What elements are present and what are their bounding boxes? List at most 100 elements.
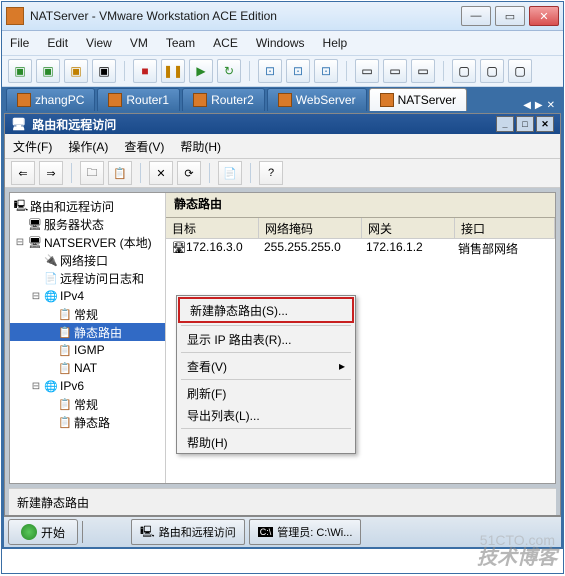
separator bbox=[181, 352, 351, 353]
back-icon[interactable]: ⇐ bbox=[11, 161, 35, 185]
stop-icon[interactable]: ■ bbox=[133, 59, 157, 83]
tree-network-interfaces[interactable]: 🔌网络接口 bbox=[10, 251, 165, 269]
menu-view[interactable]: View bbox=[86, 36, 112, 50]
tab-prev-icon[interactable]: ◀ bbox=[523, 100, 531, 111]
col-gateway[interactable]: 网关 bbox=[362, 218, 455, 238]
forward-icon[interactable]: ⇒ bbox=[39, 161, 63, 185]
list-row[interactable]: 🛣172.16.3.0 255.255.255.0 172.16.1.2 销售部… bbox=[166, 239, 555, 257]
start-button[interactable]: 开始 bbox=[8, 519, 78, 545]
props-icon[interactable]: 📋 bbox=[108, 161, 132, 185]
vm-tabs: zhangPC Router1 Router2 WebServer NATSer… bbox=[2, 87, 563, 111]
menu-help[interactable]: Help bbox=[323, 36, 348, 50]
ctx-show-ip-table[interactable]: 显示 IP 路由表(R)... bbox=[177, 328, 355, 350]
tree-ipv6[interactable]: ⊟🌐IPv6 bbox=[10, 377, 165, 395]
tree-ipv4-general[interactable]: 📋常规 bbox=[10, 305, 165, 323]
route-icon: 📋 bbox=[58, 325, 72, 339]
menu-windows[interactable]: Windows bbox=[256, 36, 305, 50]
mmc-close-button[interactable]: ✕ bbox=[536, 116, 554, 132]
col-netmask[interactable]: 网络掩码 bbox=[259, 218, 362, 238]
snapshot-manage-icon[interactable]: ⊡ bbox=[314, 59, 338, 83]
mmc-menu-help[interactable]: 帮助(H) bbox=[180, 138, 221, 155]
tree-ipv6-static-routes[interactable]: 📋静态路 bbox=[10, 413, 165, 431]
route-icon: 📋 bbox=[58, 415, 72, 429]
tab-close-icon[interactable]: ✕ bbox=[547, 100, 555, 111]
suspend-icon[interactable]: ▣ bbox=[64, 59, 88, 83]
ctx-view[interactable]: 查看(V)▸ bbox=[177, 355, 355, 377]
view-appliance-icon[interactable]: ▭ bbox=[411, 59, 435, 83]
menu-edit[interactable]: Edit bbox=[47, 36, 68, 50]
collapse-icon[interactable]: ⊟ bbox=[14, 237, 26, 248]
tab-router1[interactable]: Router1 bbox=[97, 88, 180, 111]
power-off-icon[interactable]: ▣ bbox=[36, 59, 60, 83]
power-on-icon[interactable]: ▣ bbox=[8, 59, 32, 83]
tree-pane[interactable]: 🖳路由和远程访问 🖥服务器状态 ⊟🖥NATSERVER (本地) 🔌网络接口 📄… bbox=[10, 193, 166, 483]
menu-team[interactable]: Team bbox=[166, 36, 195, 50]
menu-file[interactable]: File bbox=[10, 36, 29, 50]
quickswitch-icon[interactable]: ▢ bbox=[480, 59, 504, 83]
snapshot-icon[interactable]: ▣ bbox=[92, 59, 116, 83]
tree-natserver[interactable]: ⊟🖥NATSERVER (本地) bbox=[10, 233, 165, 251]
unity-icon[interactable]: ▢ bbox=[508, 59, 532, 83]
reset-icon[interactable]: ↻ bbox=[217, 59, 241, 83]
separator bbox=[249, 61, 250, 81]
pause-icon[interactable]: ❚❚ bbox=[161, 59, 185, 83]
up-icon[interactable]: 🗀 bbox=[80, 161, 104, 185]
delete-icon[interactable]: ✕ bbox=[149, 161, 173, 185]
col-target[interactable]: 目标 bbox=[166, 218, 259, 238]
view-summary-icon[interactable]: ▭ bbox=[383, 59, 407, 83]
export-icon[interactable]: 📄 bbox=[218, 161, 242, 185]
ipv4-icon: 🌐 bbox=[44, 289, 58, 303]
help-icon[interactable]: ? bbox=[259, 161, 283, 185]
route-icon: 🛣 bbox=[172, 241, 186, 255]
mmc-maximize-button[interactable]: □ bbox=[516, 116, 534, 132]
refresh-icon[interactable]: ⟳ bbox=[177, 161, 201, 185]
chevron-right-icon: ▸ bbox=[339, 359, 345, 373]
fullscreen-icon[interactable]: ▢ bbox=[452, 59, 476, 83]
view-console-icon[interactable]: ▭ bbox=[355, 59, 379, 83]
cmd-icon: C:\ bbox=[258, 527, 274, 537]
mmc-menu-view[interactable]: 查看(V) bbox=[124, 138, 164, 155]
tree-ipv4-nat[interactable]: 📋NAT bbox=[10, 359, 165, 377]
snapshot-revert-icon[interactable]: ⊡ bbox=[286, 59, 310, 83]
collapse-icon[interactable]: ⊟ bbox=[30, 381, 42, 392]
tree-ipv4-igmp[interactable]: 📋IGMP bbox=[10, 341, 165, 359]
menu-vm[interactable]: VM bbox=[130, 36, 148, 50]
mmc-toolbar: ⇐ ⇒ 🗀 📋 ✕ ⟳ 📄 ? bbox=[5, 159, 560, 188]
tree-ipv4[interactable]: ⊟🌐IPv4 bbox=[10, 287, 165, 305]
mmc-menu-file[interactable]: 文件(F) bbox=[13, 138, 52, 155]
ctx-export-list[interactable]: 导出列表(L)... bbox=[177, 404, 355, 426]
menu-ace[interactable]: ACE bbox=[213, 36, 238, 50]
mmc-title: 路由和远程访问 bbox=[32, 116, 116, 133]
close-button[interactable]: ✕ bbox=[529, 6, 559, 26]
tab-natserver[interactable]: NATServer bbox=[369, 88, 467, 111]
mmc-menu-action[interactable]: 操作(A) bbox=[68, 138, 108, 155]
ctx-refresh[interactable]: 刷新(F) bbox=[177, 382, 355, 404]
tree-root[interactable]: 🖳路由和远程访问 bbox=[10, 197, 165, 215]
ctx-new-static-route[interactable]: 新建静态路由(S)... bbox=[178, 297, 354, 323]
status-text: 新建静态路由 bbox=[17, 494, 89, 511]
col-interface[interactable]: 接口 bbox=[455, 218, 555, 238]
rras-icon: 🖳 bbox=[14, 199, 28, 213]
tree-remote-access-log[interactable]: 📄远程访问日志和 bbox=[10, 269, 165, 287]
maximize-button[interactable]: ▭ bbox=[495, 6, 525, 26]
mmc-minimize-button[interactable]: _ bbox=[496, 116, 514, 132]
mmc-menubar: 文件(F) 操作(A) 查看(V) 帮助(H) bbox=[5, 134, 560, 159]
collapse-icon[interactable]: ⊟ bbox=[30, 291, 42, 302]
taskbar-cmd[interactable]: C:\管理员: C:\Wi... bbox=[249, 519, 362, 545]
start-icon bbox=[21, 524, 37, 540]
tab-router2[interactable]: Router2 bbox=[182, 88, 265, 111]
tab-zhangpc[interactable]: zhangPC bbox=[6, 88, 95, 111]
tree-ipv4-static-routes[interactable]: 📋静态路由 bbox=[10, 323, 165, 341]
taskbar-rras[interactable]: 🖳路由和远程访问 bbox=[131, 519, 245, 545]
tree-server-status[interactable]: 🖥服务器状态 bbox=[10, 215, 165, 233]
vm-icon bbox=[193, 93, 207, 107]
cell-interface: 销售部网络 bbox=[452, 239, 555, 257]
play-icon[interactable]: ▶ bbox=[189, 59, 213, 83]
tab-webserver[interactable]: WebServer bbox=[267, 88, 367, 111]
panel-title: 静态路由 bbox=[166, 193, 555, 218]
ctx-help[interactable]: 帮助(H) bbox=[177, 431, 355, 453]
snapshot-take-icon[interactable]: ⊡ bbox=[258, 59, 282, 83]
minimize-button[interactable]: — bbox=[461, 6, 491, 26]
tree-ipv6-general[interactable]: 📋常规 bbox=[10, 395, 165, 413]
tab-next-icon[interactable]: ▶ bbox=[535, 100, 543, 111]
